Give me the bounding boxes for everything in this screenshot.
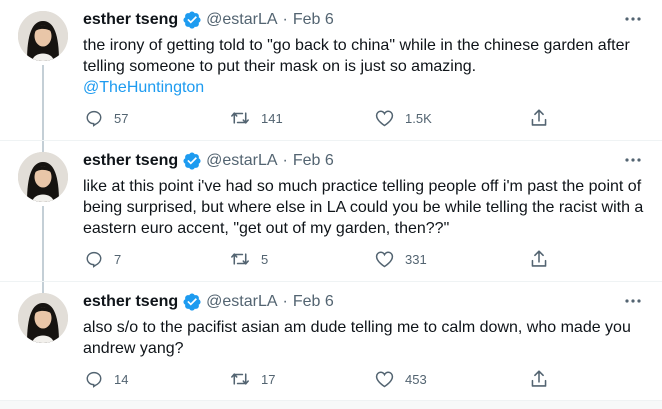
like-count: 331 <box>405 251 427 267</box>
tweet[interactable]: esther tseng @estarLA · Feb 6 the irony … <box>0 0 662 141</box>
tweet-text-content: the irony of getting told to "go back to… <box>83 37 630 75</box>
author-name[interactable]: esther tseng <box>83 11 178 29</box>
share-button[interactable] <box>530 249 548 269</box>
like-icon <box>375 370 394 388</box>
retweet-icon <box>230 109 250 127</box>
tweet-actions: 14 17 453 <box>83 368 563 390</box>
more-icon[interactable] <box>622 294 644 308</box>
tweet-text: like at this point i've had so much prac… <box>83 176 648 239</box>
like-button[interactable]: 453 <box>375 370 427 388</box>
reply-icon <box>85 250 103 268</box>
tweet-thread: esther tseng @estarLA · Feb 6 the irony … <box>0 0 662 409</box>
retweet-icon <box>230 250 250 268</box>
like-icon <box>375 109 394 127</box>
reply-count: 7 <box>114 251 122 267</box>
more-icon[interactable] <box>622 153 644 167</box>
tweet-date[interactable]: Feb 6 <box>293 11 334 29</box>
avatar[interactable] <box>18 11 68 61</box>
tweet-text: the irony of getting told to "go back to… <box>83 35 648 98</box>
tweet-date[interactable]: Feb 6 <box>293 152 334 170</box>
retweet-count: 17 <box>261 371 276 387</box>
retweet-button[interactable]: 141 <box>230 109 283 127</box>
separator-dot: · <box>282 152 288 169</box>
reply-icon <box>85 109 103 127</box>
tweet-text-content: like at this point i've had so much prac… <box>83 178 644 237</box>
reply-icon <box>85 370 103 388</box>
author-handle[interactable]: @estarLA <box>206 152 277 170</box>
like-count: 453 <box>405 371 427 387</box>
reply-count: 14 <box>114 371 129 387</box>
share-button[interactable] <box>530 369 548 389</box>
retweet-icon <box>230 370 250 388</box>
bottom-divider <box>0 400 662 409</box>
share-icon <box>530 108 548 128</box>
like-button[interactable]: 1.5K <box>375 109 432 127</box>
tweet[interactable]: esther tseng @estarLA · Feb 6 like at th… <box>0 141 662 282</box>
like-button[interactable]: 331 <box>375 250 427 268</box>
verified-icon <box>182 292 202 312</box>
separator-dot: · <box>282 293 288 310</box>
verified-icon <box>182 151 202 171</box>
author-name[interactable]: esther tseng <box>83 293 178 311</box>
tweet-text-content: also s/o to the pacifist asian am dude t… <box>83 319 631 357</box>
author-handle[interactable]: @estarLA <box>206 293 277 311</box>
tweet-header: esther tseng @estarLA · Feb 6 <box>83 292 334 312</box>
like-count: 1.5K <box>405 110 432 126</box>
reply-count: 57 <box>114 110 129 126</box>
tweet-date[interactable]: Feb 6 <box>293 293 334 311</box>
tweet[interactable]: esther tseng @estarLA · Feb 6 also s/o t… <box>0 282 662 400</box>
tweet-actions: 7 5 331 <box>83 248 563 270</box>
tweet-text: also s/o to the pacifist asian am dude t… <box>83 317 648 359</box>
mention-link[interactable]: @TheHuntington <box>83 79 204 96</box>
reply-button[interactable]: 14 <box>85 370 128 388</box>
retweet-count: 141 <box>261 110 283 126</box>
separator-dot: · <box>282 11 288 28</box>
verified-icon <box>182 10 202 30</box>
tweet-header: esther tseng @estarLA · Feb 6 <box>83 10 334 30</box>
share-button[interactable] <box>530 108 548 128</box>
share-icon <box>530 249 548 269</box>
share-icon <box>530 369 548 389</box>
like-icon <box>375 250 394 268</box>
tweet-header: esther tseng @estarLA · Feb 6 <box>83 151 334 171</box>
avatar[interactable] <box>18 293 68 343</box>
author-handle[interactable]: @estarLA <box>206 11 277 29</box>
reply-button[interactable]: 57 <box>85 109 128 127</box>
tweet-actions: 57 141 1.5K <box>83 107 563 129</box>
retweet-count: 5 <box>261 251 269 267</box>
more-icon[interactable] <box>622 12 644 26</box>
avatar[interactable] <box>18 152 68 202</box>
author-name[interactable]: esther tseng <box>83 152 178 170</box>
reply-button[interactable]: 7 <box>85 250 121 268</box>
retweet-button[interactable]: 17 <box>230 370 275 388</box>
retweet-button[interactable]: 5 <box>230 250 268 268</box>
